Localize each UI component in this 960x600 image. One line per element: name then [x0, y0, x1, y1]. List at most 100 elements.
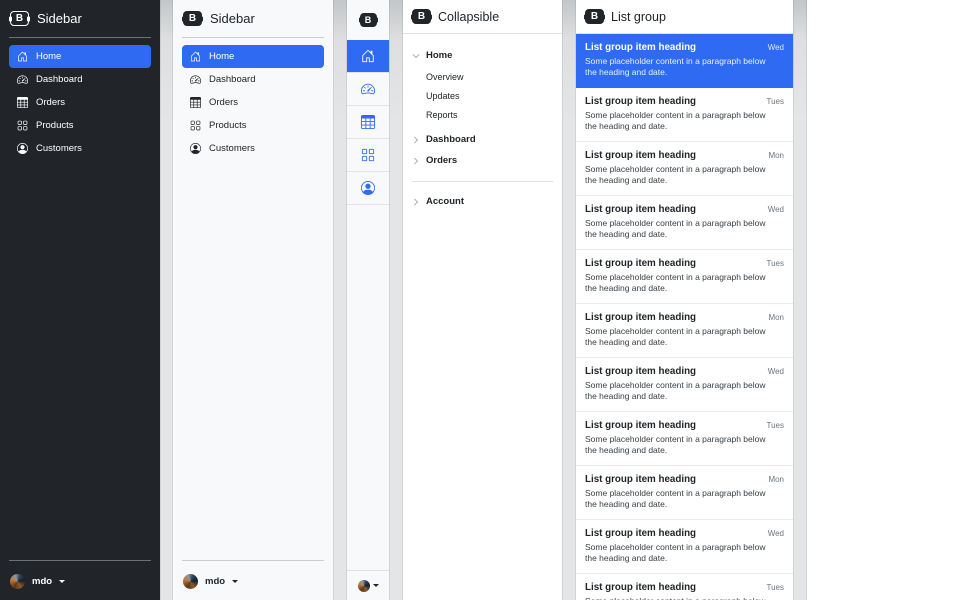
avatar	[10, 574, 25, 589]
collapsible-child-link[interactable]: Overview	[426, 67, 553, 86]
list-item-day: Tues	[767, 97, 785, 106]
collapsible-section: Home OverviewUpdatesReports	[412, 45, 553, 129]
list-item-heading: List group item heading	[585, 42, 696, 53]
list-group-item[interactable]: List group item heading Tues Some placeh…	[576, 574, 793, 600]
list-group-item[interactable]: List group item heading Wed Some placeho…	[576, 34, 793, 88]
list-item-heading: List group item heading	[585, 204, 696, 215]
sidebar-dark: B Sidebar Home Dashboard Orders Products…	[0, 0, 160, 600]
speedometer-icon	[361, 82, 375, 96]
list-item-body: Some placeholder content in a paragraph …	[585, 596, 767, 600]
chevron-down-icon	[412, 52, 420, 60]
list-item-body: Some placeholder content in a paragraph …	[585, 380, 767, 402]
panel-divider	[562, 0, 576, 600]
sidebar-divider	[182, 37, 324, 38]
collapsible-section-toggle[interactable]: Orders	[412, 150, 457, 171]
list-group-item[interactable]: List group item heading Mon Some placeho…	[576, 142, 793, 196]
grid-icon	[361, 148, 375, 162]
list-item-body: Some placeholder content in a paragraph …	[585, 164, 767, 186]
brand-link[interactable]: B List group	[576, 0, 793, 34]
list-item-heading: List group item heading	[585, 150, 696, 161]
sidebar-icon-item[interactable]	[347, 40, 389, 73]
list-item-day: Tues	[767, 259, 785, 268]
sidebar-icon-item[interactable]	[347, 172, 389, 205]
sidebar-nav-item[interactable]: Orders	[9, 91, 151, 114]
house-icon	[190, 51, 201, 62]
sidebar-divider	[9, 37, 151, 38]
list-item-day: Wed	[768, 367, 784, 376]
sidebar-nav	[347, 40, 389, 205]
brand-link[interactable]: B Collapsible	[403, 0, 562, 34]
brand-link[interactable]: B	[347, 0, 389, 40]
brand-title: List group	[611, 10, 666, 24]
panel-divider	[389, 0, 403, 600]
list-group-item[interactable]: List group item heading Mon Some placeho…	[576, 304, 793, 358]
collapsible-child-link[interactable]: Reports	[426, 105, 553, 124]
brand-link[interactable]: B Sidebar	[182, 8, 324, 35]
sidebar-nav-item[interactable]: Products	[9, 114, 151, 137]
list-group-item[interactable]: List group item heading Tues Some placeh…	[576, 88, 793, 142]
collapsible-section-toggle[interactable]: Home	[412, 45, 452, 66]
brand-title: Sidebar	[210, 11, 255, 26]
list-group-item[interactable]: List group item heading Wed Some placeho…	[576, 358, 793, 412]
person-circle-icon	[361, 181, 375, 195]
list-group-item[interactable]: List group item heading Wed Some placeho…	[576, 196, 793, 250]
list-item-heading: List group item heading	[585, 420, 696, 431]
list-group-item[interactable]: List group item heading Tues Some placeh…	[576, 412, 793, 466]
list-item-heading: List group item heading	[585, 96, 696, 107]
sidebar-icon-item[interactable]	[347, 73, 389, 106]
bootstrap-logo-icon: B	[183, 11, 202, 26]
list-item-body: Some placeholder content in a paragraph …	[585, 218, 767, 240]
sidebar-nav-item[interactable]: Customers	[182, 137, 324, 160]
sidebar-collapsible: B Collapsible Home OverviewUpdatesReport…	[403, 0, 562, 600]
list-group-item[interactable]: List group item heading Tues Some placeh…	[576, 250, 793, 304]
collapsible-section-toggle[interactable]: Account	[412, 191, 464, 212]
list-group: List group item heading Wed Some placeho…	[576, 34, 793, 600]
bootstrap-logo-icon: B	[412, 9, 431, 24]
chevron-right-icon	[412, 136, 420, 144]
bootstrap-logo-icon: B	[360, 13, 377, 27]
sidebar-divider	[182, 560, 324, 561]
list-item-day: Wed	[768, 205, 784, 214]
sidebar-nav-item[interactable]: Home	[9, 45, 151, 68]
table-icon	[190, 97, 201, 108]
user-menu[interactable]: mdo	[182, 568, 324, 591]
list-item-body: Some placeholder content in a paragraph …	[585, 272, 767, 294]
list-group-item[interactable]: List group item heading Wed Some placeho…	[576, 520, 793, 574]
list-item-day: Wed	[768, 43, 784, 52]
sidebar-nav-item[interactable]: Products	[182, 114, 324, 137]
sidebar-icon-item[interactable]	[347, 139, 389, 172]
sidebar-nav-item[interactable]: Dashboard	[182, 68, 324, 91]
grid-icon	[190, 120, 201, 131]
list-item-day: Tues	[767, 583, 785, 592]
person-circle-icon	[17, 143, 28, 154]
list-item-body: Some placeholder content in a paragraph …	[585, 110, 767, 132]
list-item-day: Mon	[768, 151, 784, 160]
list-group-item[interactable]: List group item heading Mon Some placeho…	[576, 466, 793, 520]
sidebar-nav-item[interactable]: Customers	[9, 137, 151, 160]
list-item-heading: List group item heading	[585, 312, 696, 323]
panel-divider	[333, 0, 347, 600]
list-item-day: Mon	[768, 475, 784, 484]
house-icon	[361, 49, 375, 63]
collapsible-section: Dashboard	[412, 129, 553, 150]
collapsible-child-link[interactable]: Updates	[426, 86, 553, 105]
avatar	[183, 574, 198, 589]
chevron-right-icon	[412, 198, 420, 206]
sidebar-nav-item[interactable]: Orders	[182, 91, 324, 114]
sidebar-nav: Home Dashboard Orders Products Customers	[182, 45, 324, 160]
user-name: mdo	[205, 576, 225, 587]
house-icon	[17, 51, 28, 62]
brand-link[interactable]: B Sidebar	[9, 8, 151, 35]
sidebar-nav: Home Dashboard Orders Products Customers	[9, 45, 151, 160]
collapsible-section-toggle[interactable]: Dashboard	[412, 129, 476, 150]
user-menu[interactable]	[347, 570, 389, 600]
sidebar-nav-item[interactable]: Dashboard	[9, 68, 151, 91]
sidebar-nav-item[interactable]: Home	[182, 45, 324, 68]
sidebar-icon-item[interactable]	[347, 106, 389, 139]
collapsible-children: OverviewUpdatesReports	[412, 66, 553, 129]
list-item-body: Some placeholder content in a paragraph …	[585, 56, 767, 78]
user-menu[interactable]: mdo	[9, 568, 151, 591]
caret-down-icon	[59, 580, 65, 586]
caret-down-icon	[373, 584, 379, 590]
brand-title: Sidebar	[37, 11, 82, 26]
